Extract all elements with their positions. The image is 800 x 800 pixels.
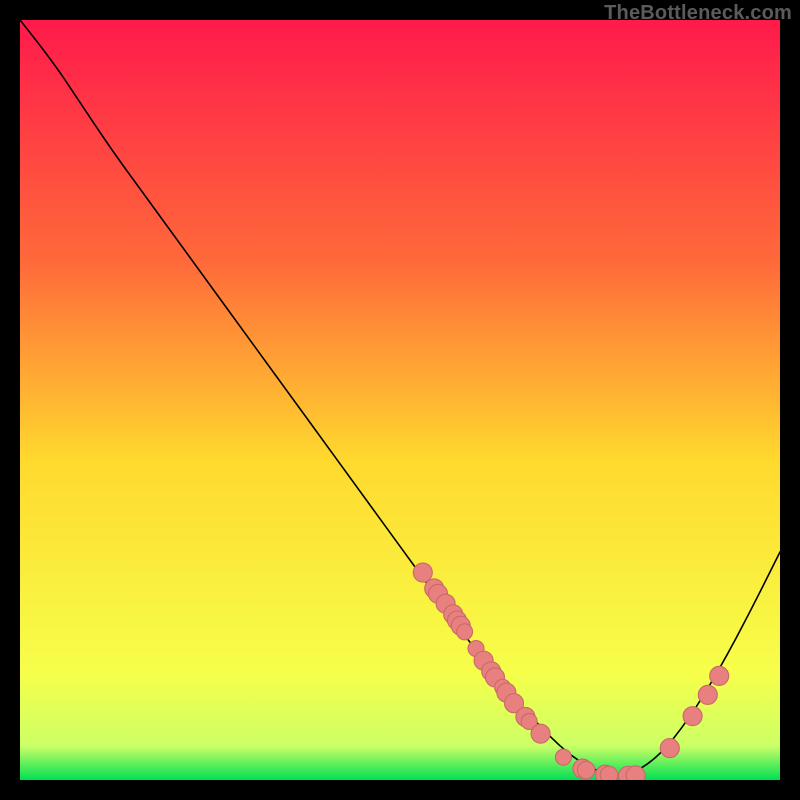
curve-marker bbox=[531, 724, 550, 743]
curve-marker bbox=[626, 766, 645, 780]
curve-marker bbox=[555, 749, 571, 765]
curve-marker bbox=[577, 761, 594, 778]
curve-marker bbox=[413, 563, 432, 582]
curve-marker bbox=[457, 624, 473, 640]
curve-marker bbox=[710, 666, 729, 685]
curve-marker bbox=[660, 739, 679, 758]
curve-marker bbox=[600, 766, 617, 780]
curve-marker bbox=[698, 685, 717, 704]
bottleneck-plot bbox=[20, 20, 780, 780]
chart-stage: TheBottleneck.com bbox=[0, 0, 800, 800]
curve-marker bbox=[683, 707, 702, 726]
gradient-background bbox=[20, 20, 780, 780]
